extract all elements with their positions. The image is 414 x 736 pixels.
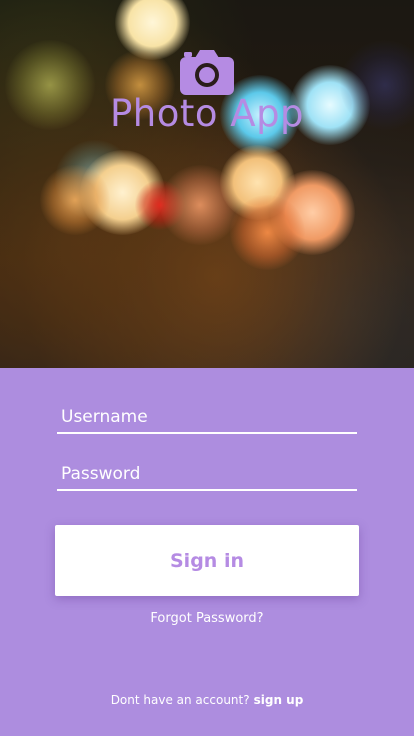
app-logo: Photo App xyxy=(0,48,414,134)
signup-row: Dont have an account? sign up xyxy=(0,693,414,707)
signup-link[interactable]: sign up xyxy=(254,693,304,707)
password-field xyxy=(57,459,357,491)
password-input[interactable] xyxy=(57,459,357,489)
hero-background-image: Photo App xyxy=(0,0,414,368)
username-field xyxy=(57,402,357,434)
forgot-password-link[interactable]: Forgot Password? xyxy=(0,611,414,626)
bokeh-light xyxy=(230,195,305,270)
signup-prompt: Dont have an account? xyxy=(110,693,250,707)
username-input[interactable] xyxy=(57,402,357,432)
sign-in-button[interactable]: Sign in xyxy=(55,525,359,596)
app-title: Photo App xyxy=(109,92,305,135)
camera-icon xyxy=(180,50,234,95)
login-screen: Photo App Sign in Forgot Password? Dont … xyxy=(0,0,414,736)
bokeh-light xyxy=(40,165,110,235)
login-form: Sign in Forgot Password? Dont have an ac… xyxy=(0,368,414,736)
